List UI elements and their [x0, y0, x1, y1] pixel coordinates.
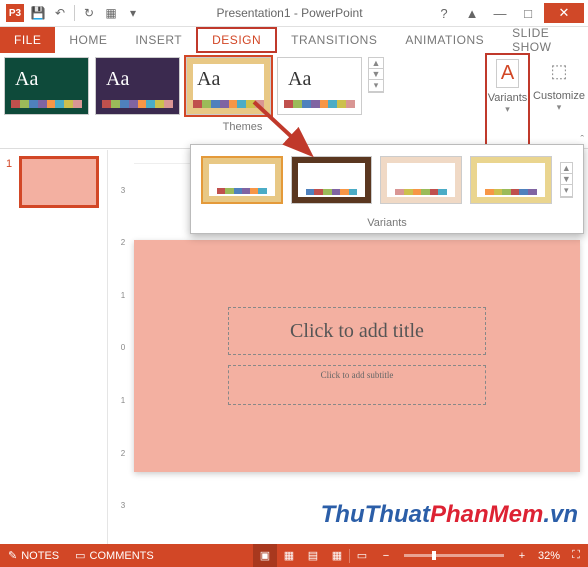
themes-more-button[interactable]: ▾ [369, 80, 383, 92]
slide-canvas[interactable]: Click to add title Click to add subtitle [134, 240, 580, 472]
tab-slideshow[interactable]: SLIDE SHOW [498, 27, 588, 53]
status-bar: ✎ NOTES ▭ COMMENTS ▣ ▦ ▤ ▦ ▭ − + 32% ⛶ [0, 544, 588, 567]
window-title: Presentation1 - PowerPoint [147, 6, 432, 20]
tab-design[interactable]: DESIGN [196, 27, 277, 53]
watermark-part-1: ThuThuat [321, 501, 430, 528]
variants-label: Variants [488, 92, 528, 104]
variants-scroll: ▲ ▼ ▾ [560, 162, 573, 198]
customize-icon: ⬚ [546, 57, 571, 86]
maximize-button[interactable]: □ [516, 3, 540, 23]
ribbon-options-button[interactable]: ▲ [460, 3, 484, 23]
comments-button[interactable]: ▭ COMMENTS [67, 544, 162, 567]
tab-animations[interactable]: ANIMATIONS [391, 27, 498, 53]
zoom-percent[interactable]: 32% [534, 544, 564, 567]
zoom-in-button[interactable]: + [510, 544, 534, 567]
watermark: ThuThuatPhanMem.vn [321, 501, 578, 529]
start-from-beginning-button[interactable]: ▦ [103, 5, 119, 21]
separator [74, 5, 75, 21]
watermark-part-3: .vn [543, 501, 578, 528]
theme-preview-text: Aa [288, 68, 311, 91]
comments-icon: ▭ [75, 549, 85, 562]
presenter-view-button[interactable]: ▭ [350, 544, 374, 567]
chevron-down-icon: ▾ [505, 104, 510, 115]
themes-group-label: Themes [4, 115, 481, 133]
window-controls: ? ▲ — □ ✕ [432, 3, 588, 23]
chevron-down-icon: ▾ [557, 102, 562, 113]
variant-thumb-3[interactable] [380, 156, 462, 204]
slides-thumbnail-pane: 1 [0, 150, 108, 544]
save-button[interactable]: 💾 [30, 5, 46, 21]
notes-label: NOTES [21, 550, 59, 562]
tab-file[interactable]: FILE [0, 27, 55, 53]
variants-dropdown-panel: ▲ ▼ ▾ Variants [190, 144, 584, 234]
ribbon: Aa Aa Aa Aa ▲ ▼ ▾ Themes A Var [0, 53, 588, 149]
customize-button[interactable]: ⬚ Customize ▾ [530, 53, 588, 148]
fit-to-window-button[interactable]: ⛶ [564, 544, 588, 567]
themes-group: Aa Aa Aa Aa ▲ ▼ ▾ Themes [0, 53, 485, 148]
variants-scroll-down[interactable]: ▼ [561, 174, 572, 185]
redo-button[interactable]: ↻ [81, 5, 97, 21]
subtitle-placeholder[interactable]: Click to add subtitle [228, 365, 487, 405]
themes-scroll: ▲ ▼ ▾ [368, 57, 384, 93]
help-button[interactable]: ? [432, 3, 456, 23]
watermark-part-2: PhanMem [430, 501, 543, 528]
tab-home[interactable]: HOME [55, 27, 121, 53]
close-button[interactable]: ✕ [544, 3, 584, 23]
comments-label: COMMENTS [90, 550, 154, 562]
powerpoint-logo-icon: P3 [6, 4, 24, 22]
slide-sorter-view-button[interactable]: ▦ [277, 544, 301, 567]
variants-panel-label: Variants [191, 214, 583, 233]
theme-thumb-4[interactable]: Aa [277, 57, 362, 115]
variants-icon: A [496, 59, 519, 88]
title-bar: P3 💾 ↶ ↻ ▦ ▾ Presentation1 - PowerPoint … [0, 0, 588, 27]
variants-button[interactable]: A Variants ▾ [485, 53, 530, 148]
theme-thumb-3-selected[interactable]: Aa [186, 57, 271, 115]
minimize-button[interactable]: — [488, 3, 512, 23]
variant-thumb-4[interactable] [470, 156, 552, 204]
qat-customize-button[interactable]: ▾ [125, 5, 141, 21]
customize-label: Customize [533, 90, 585, 102]
notes-icon: ✎ [8, 549, 17, 562]
variant-thumb-2[interactable] [291, 156, 373, 204]
variant-thumb-1-selected[interactable] [201, 156, 283, 204]
reading-view-button[interactable]: ▤ [301, 544, 325, 567]
theme-thumb-2[interactable]: Aa [95, 57, 180, 115]
normal-view-button[interactable]: ▣ [253, 544, 277, 567]
theme-preview-text: Aa [197, 68, 220, 91]
themes-scroll-up[interactable]: ▲ [369, 58, 383, 69]
theme-preview-text: Aa [15, 68, 38, 91]
tab-insert[interactable]: INSERT [121, 27, 196, 53]
zoom-out-button[interactable]: − [374, 544, 398, 567]
themes-scroll-down[interactable]: ▼ [369, 69, 383, 80]
zoom-slider[interactable] [404, 554, 504, 557]
vertical-ruler: 3 2 1 0 1 2 3 [116, 164, 130, 532]
notes-button[interactable]: ✎ NOTES [0, 544, 67, 567]
undo-button[interactable]: ↶ [52, 5, 68, 21]
canvas-wrapper: Click to add title Click to add subtitle [134, 240, 580, 532]
variants-more-button[interactable]: ▾ [561, 185, 572, 197]
slideshow-view-button[interactable]: ▦ [325, 544, 349, 567]
slide-number: 1 [6, 158, 12, 170]
title-placeholder[interactable]: Click to add title [228, 307, 487, 355]
variants-scroll-up[interactable]: ▲ [561, 163, 572, 174]
theme-preview-text: Aa [106, 68, 129, 91]
quick-access-toolbar: P3 💾 ↶ ↻ ▦ ▾ [0, 4, 147, 22]
themes-gallery: Aa Aa Aa Aa ▲ ▼ ▾ [4, 57, 481, 115]
variants-gallery: ▲ ▼ ▾ [191, 145, 583, 214]
ribbon-tabs: FILE HOME INSERT DESIGN TRANSITIONS ANIM… [0, 27, 588, 53]
tab-transitions[interactable]: TRANSITIONS [277, 27, 391, 53]
slide-thumbnail-1[interactable] [21, 158, 97, 206]
theme-thumb-1[interactable]: Aa [4, 57, 89, 115]
